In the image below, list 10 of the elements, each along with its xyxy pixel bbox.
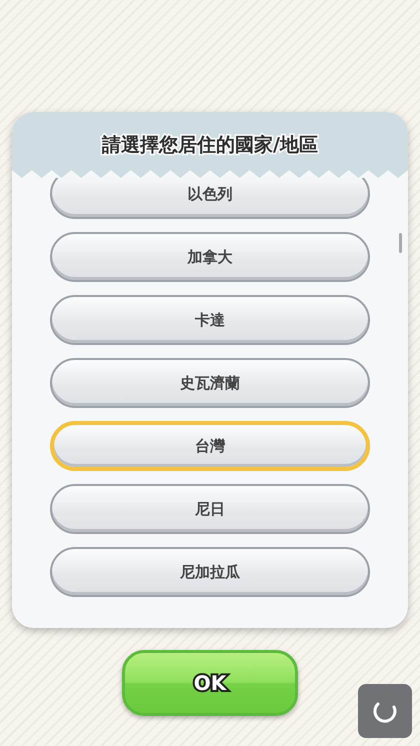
country-option[interactable]: 台灣: [50, 421, 370, 471]
loading-button[interactable]: [358, 684, 412, 738]
country-option[interactable]: 尼加拉瓜: [50, 547, 370, 597]
scrollbar[interactable]: [399, 233, 402, 253]
country-option[interactable]: 加拿大: [50, 232, 370, 282]
country-option[interactable]: 卡達: [50, 295, 370, 345]
dialog-title: 請選擇您居住的國家/地區: [102, 132, 318, 158]
country-option[interactable]: 尼日: [50, 484, 370, 534]
country-option[interactable]: 史瓦濟蘭: [50, 358, 370, 408]
country-option[interactable]: 以色列: [50, 178, 370, 219]
